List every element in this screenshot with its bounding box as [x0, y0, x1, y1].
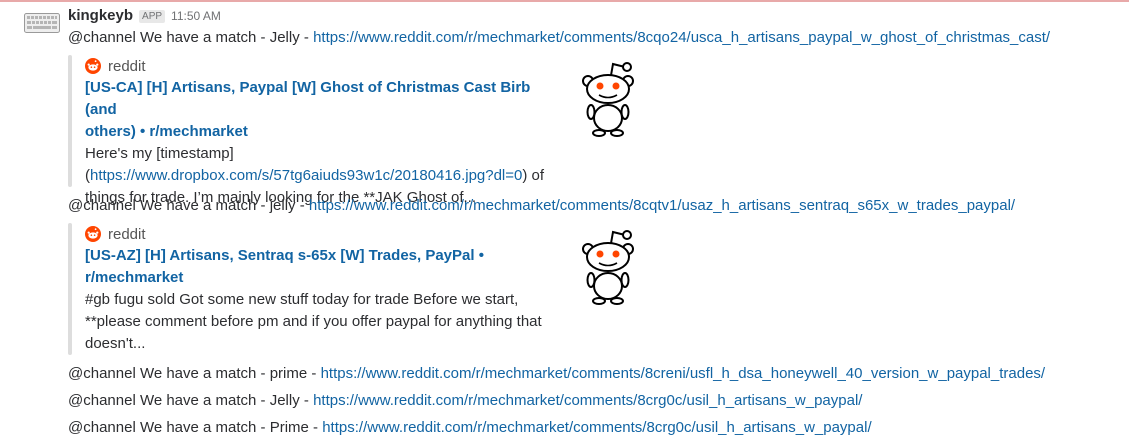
preview-service: reddit — [85, 223, 555, 245]
message-text: @channel We have a match - prime - https… — [68, 363, 1045, 385]
preview-text: ) of — [522, 167, 545, 184]
reddit-alien-icon[interactable] — [580, 227, 636, 307]
reddit-alien-icon[interactable] — [580, 59, 636, 139]
message-prefix: @channel We have a match - Jelly - — [68, 29, 314, 46]
preview-content: reddit [US-AZ] [H] Artisans, Sentraq s-6… — [85, 223, 555, 355]
preview-service: reddit — [85, 55, 555, 77]
message-prefix: @channel We have a match - Jelly - — [68, 392, 314, 409]
preview-description-line: **please comment before pm and if you of… — [85, 313, 542, 330]
preview-accent-bar — [68, 223, 72, 355]
message-link[interactable]: https://www.reddit.com/r/mechmarket/comm… — [313, 392, 862, 409]
preview-description-line: (https://www.dropbox.com/s/57tg6aiuds93w… — [85, 165, 555, 187]
keyboard-avatar-icon[interactable] — [24, 13, 60, 33]
top-divider — [0, 0, 1129, 2]
preview-title-line[interactable]: [US-AZ] [H] Artisans, Sentraq s-65x [W] … — [85, 245, 555, 267]
message-timestamp[interactable]: 11:50 AM — [171, 9, 221, 23]
message-text: @channel We have a match - Jelly - https… — [68, 27, 1050, 49]
message-prefix: @channel We have a match - jelly - — [68, 197, 309, 214]
message-header: kingkeyb APP 11:50 AM — [68, 7, 221, 25]
preview-accent-bar — [68, 55, 72, 187]
message-text: @channel We have a match - jelly - https… — [68, 195, 1015, 217]
preview-title-line[interactable]: [US-CA] [H] Artisans, Paypal [W] Ghost o… — [85, 77, 555, 121]
reddit-icon — [85, 226, 101, 242]
link-preview: reddit [US-CA] [H] Artisans, Paypal [W] … — [68, 55, 648, 206]
sender-name[interactable]: kingkeyb — [68, 7, 133, 24]
preview-description-line: #gb fugu sold Got some new stuff today f… — [85, 291, 519, 308]
message-link[interactable]: https://www.reddit.com/r/mechmarket/comm… — [321, 365, 1046, 382]
app-badge: APP — [139, 10, 166, 23]
message-prefix: @channel We have a match - Prime - — [68, 419, 323, 436]
preview-description-line: Here's my [timestamp] — [85, 145, 234, 162]
dropbox-link[interactable]: https://www.dropbox.com/s/57tg6aiuds93w1… — [90, 167, 522, 184]
message-link[interactable]: https://www.reddit.com/r/mechmarket/comm… — [322, 419, 871, 436]
preview-title-line[interactable]: r/mechmarket — [85, 267, 555, 289]
preview-title-line[interactable]: others) • r/mechmarket — [85, 121, 555, 143]
message-text: @channel We have a match - Prime - https… — [68, 417, 872, 439]
message-link[interactable]: https://www.reddit.com/r/mechmarket/comm… — [313, 29, 1050, 46]
preview-service-name: reddit — [108, 225, 146, 243]
message-prefix: @channel We have a match - prime - — [68, 365, 321, 382]
message-text: @channel We have a match - Jelly - https… — [68, 390, 862, 412]
preview-content: reddit [US-CA] [H] Artisans, Paypal [W] … — [85, 55, 555, 209]
preview-description-line: doesn't... — [85, 335, 146, 352]
preview-service-name: reddit — [108, 57, 146, 75]
reddit-icon — [85, 58, 101, 74]
preview-description: #gb fugu sold Got some new stuff today f… — [85, 289, 555, 355]
preview-title[interactable]: [US-CA] [H] Artisans, Paypal [W] Ghost o… — [85, 77, 555, 143]
link-preview: reddit [US-AZ] [H] Artisans, Sentraq s-6… — [68, 223, 648, 355]
message-link[interactable]: https://www.reddit.com/r/mechmarket/comm… — [309, 197, 1015, 214]
preview-title[interactable]: [US-AZ] [H] Artisans, Sentraq s-65x [W] … — [85, 245, 555, 289]
